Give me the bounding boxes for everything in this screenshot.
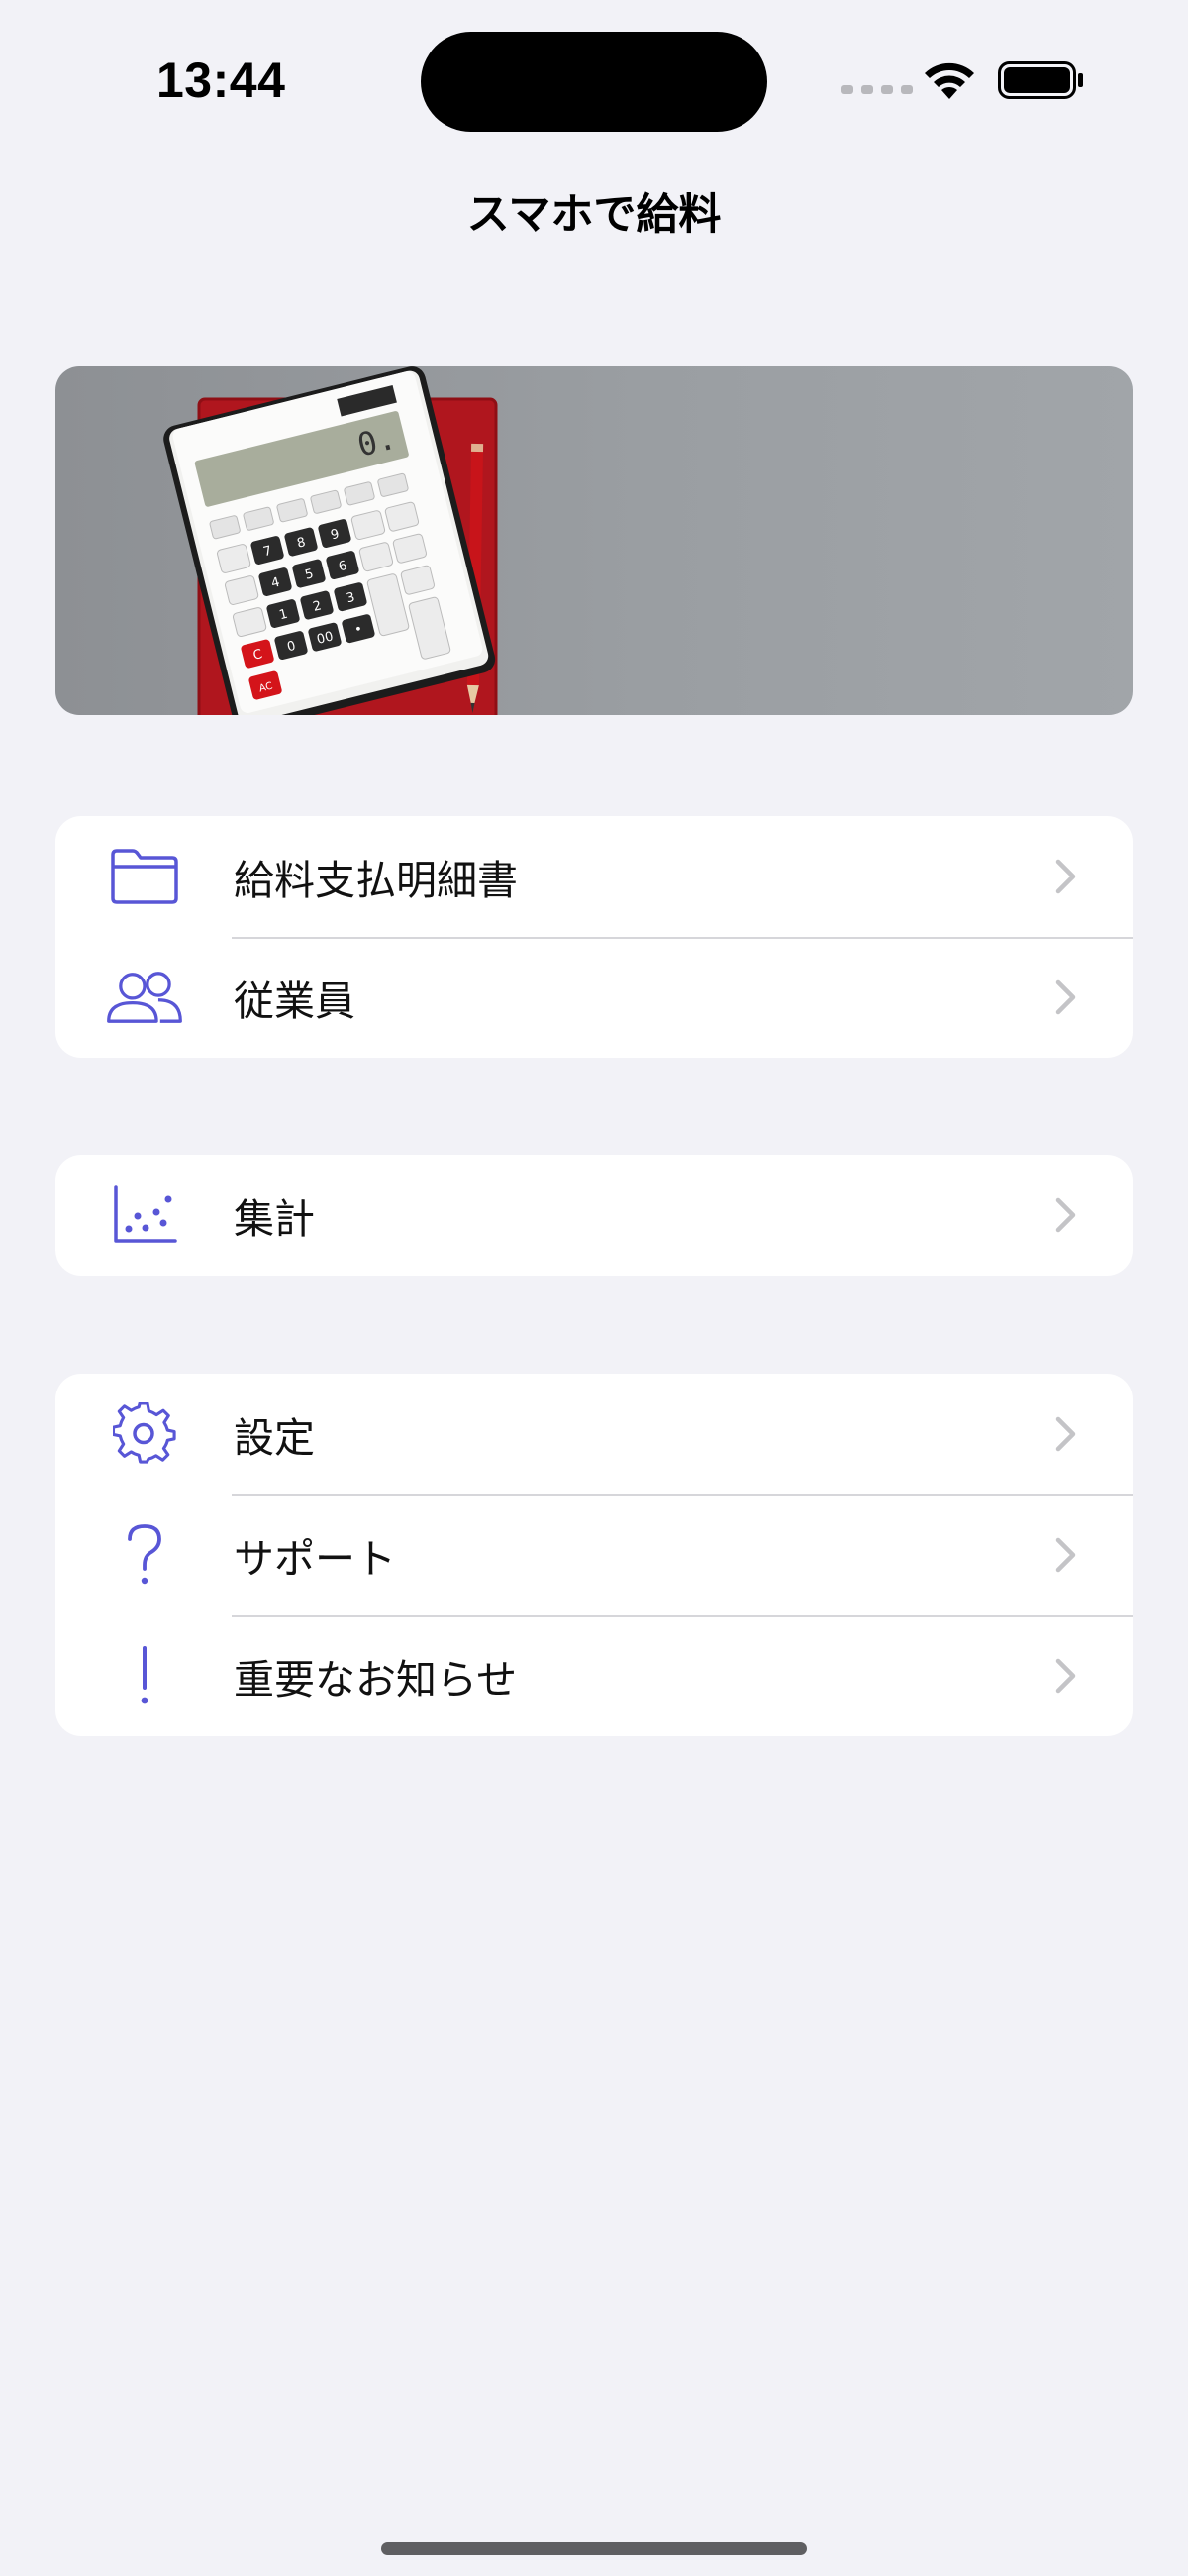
exclamation-mark-icon <box>105 1636 184 1715</box>
scatter-chart-icon <box>105 1176 184 1255</box>
chevron-right-icon <box>1055 1197 1076 1233</box>
menu-item-settings[interactable]: 設定 <box>55 1374 1133 1494</box>
dynamic-island <box>421 32 767 132</box>
chevron-right-icon <box>1055 859 1076 894</box>
chevron-right-icon <box>1055 1658 1076 1694</box>
battery-icon <box>998 61 1083 99</box>
menu-item-label: 従業員 <box>234 978 355 1025</box>
chevron-right-icon <box>1055 979 1076 1015</box>
cellular-signal-icon <box>842 85 913 94</box>
page-title: スマホで給料 <box>466 190 722 240</box>
app-screen: 13:44 スマホで給料 0. 7 8 9 4 5 6 1 2 3 0 00 •… <box>0 0 1188 2576</box>
gear-icon <box>105 1394 184 1474</box>
menu-item-payslip[interactable]: 給料支払明細書 <box>55 816 1133 937</box>
menu-group-app: 設定 サポート 重要なお知らせ <box>55 1374 1133 1736</box>
wifi-icon <box>925 62 974 99</box>
folder-icon <box>105 837 184 916</box>
menu-item-support[interactable]: サポート <box>55 1494 1133 1615</box>
menu-item-summary[interactable]: 集計 <box>55 1155 1133 1276</box>
hero-banner-image: 0. 7 8 9 4 5 6 1 2 3 0 00 • C AC <box>55 366 1133 715</box>
chevron-right-icon <box>1055 1416 1076 1452</box>
home-indicator[interactable] <box>381 2542 807 2555</box>
menu-item-label: 重要なお知らせ <box>234 1656 518 1703</box>
menu-item-label: 給料支払明細書 <box>234 857 518 904</box>
menu-group-main: 給料支払明細書 従業員 <box>55 816 1133 1058</box>
people-icon <box>105 958 184 1037</box>
menu-item-notices[interactable]: 重要なお知らせ <box>55 1615 1133 1736</box>
menu-item-label: サポート <box>234 1535 396 1583</box>
menu-item-label: 集計 <box>234 1195 315 1243</box>
chevron-right-icon <box>1055 1537 1076 1573</box>
status-time: 13:44 <box>156 52 286 108</box>
menu-item-employees[interactable]: 従業員 <box>55 937 1133 1058</box>
question-mark-icon <box>105 1515 184 1595</box>
menu-item-label: 設定 <box>234 1414 315 1462</box>
menu-group-summary: 集計 <box>55 1155 1133 1276</box>
